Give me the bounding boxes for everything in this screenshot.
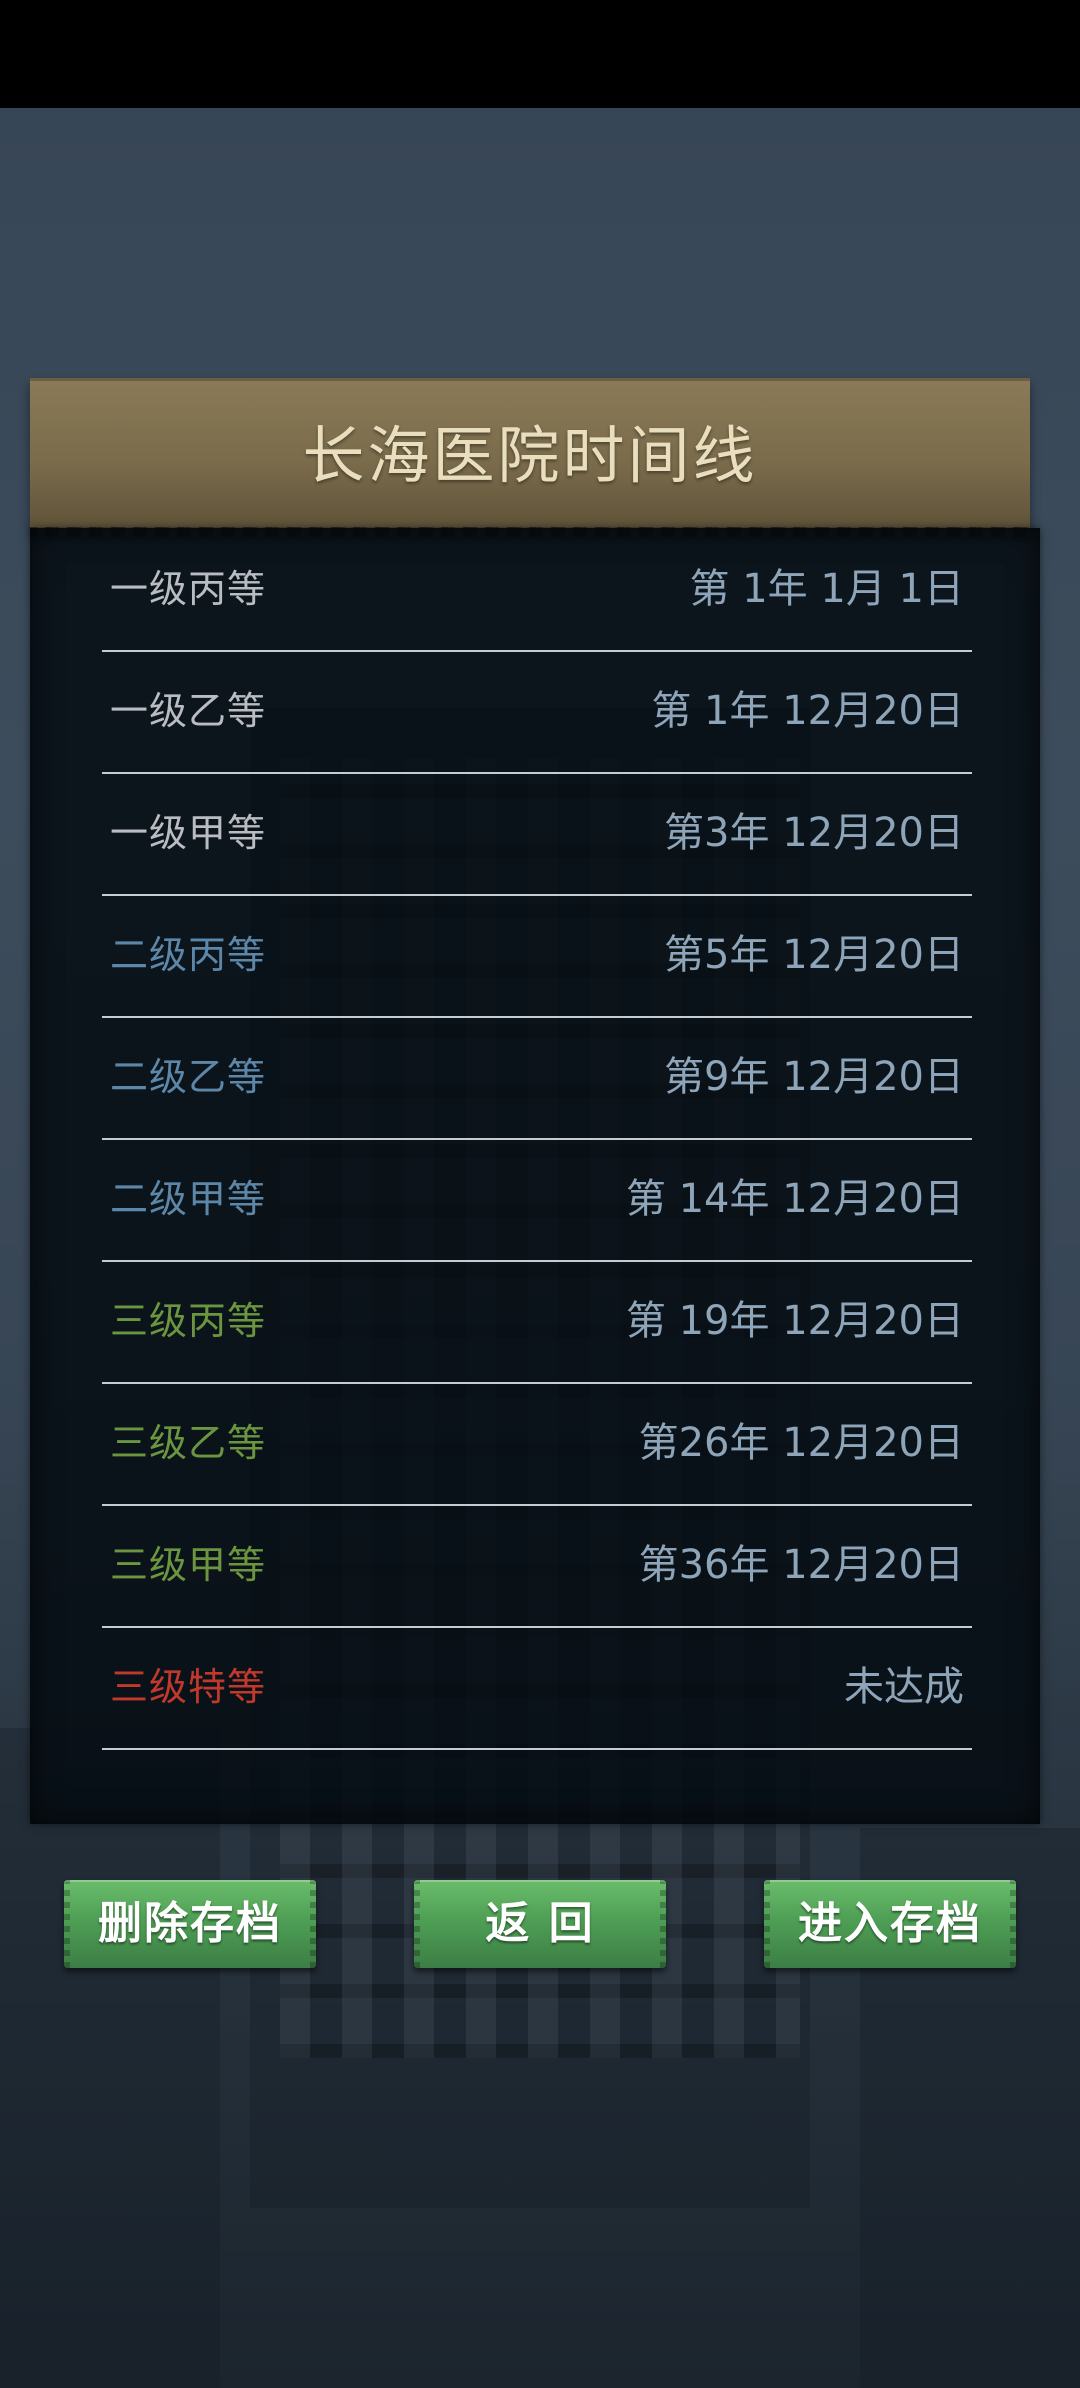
date-value: 第 19年 12月20日 [625,1298,964,1344]
timeline-row: 三级乙等 第26年 12月20日 [102,1382,972,1506]
status-bar [0,0,1080,108]
level-label: 三级特等 [110,1665,267,1709]
timeline-row: 一级乙等 第 1年 12月20日 [102,650,972,774]
timeline-row: 一级丙等 第 1年 1月 1日 [102,528,972,652]
date-value: 第3年 12月20日 [664,810,964,856]
timeline-row: 二级乙等 第9年 12月20日 [102,1016,972,1140]
panel-body: 一级丙等 第 1年 1月 1日 一级乙等 第 1年 12月20日 一级甲等 第3… [30,528,1040,1824]
delete-save-button[interactable]: 删除存档 [64,1880,316,1968]
back-button[interactable]: 返 回 [414,1880,666,1968]
date-value: 未达成 [844,1664,964,1710]
level-label: 三级丙等 [110,1299,267,1343]
timeline-row: 一级甲等 第3年 12月20日 [102,772,972,896]
date-value: 第36年 12月20日 [638,1542,964,1588]
building-silhouette-left [0,1728,220,2388]
timeline-row: 二级丙等 第5年 12月20日 [102,894,972,1018]
level-label: 二级乙等 [110,1055,267,1099]
date-value: 第9年 12月20日 [664,1054,964,1100]
timeline-panel: 长海医院时间线 一级丙等 第 1年 1月 1日 一级乙等 第 1年 12月20日… [30,378,1040,1824]
level-label: 一级丙等 [110,567,267,611]
panel-title: 长海医院时间线 [302,419,758,492]
level-label: 三级甲等 [110,1543,267,1587]
panel-header: 长海医院时间线 [30,378,1030,537]
level-label: 三级乙等 [110,1421,267,1465]
date-value: 第 1年 1月 1日 [689,566,965,612]
level-label: 一级甲等 [110,811,267,855]
date-value: 第26年 12月20日 [638,1420,964,1466]
enter-save-button[interactable]: 进入存档 [764,1880,1016,1968]
timeline-row: 三级特等 未达成 [102,1626,972,1750]
level-label: 二级甲等 [110,1177,267,1221]
timeline-row: 三级甲等 第36年 12月20日 [102,1504,972,1628]
date-value: 第5年 12月20日 [664,932,964,978]
level-label: 二级丙等 [110,933,267,977]
date-value: 第 14年 12月20日 [625,1176,964,1222]
timeline-row: 二级甲等 第 14年 12月20日 [102,1138,972,1262]
timeline-row: 三级丙等 第 19年 12月20日 [102,1260,972,1384]
date-value: 第 1年 12月20日 [651,688,964,734]
level-label: 一级乙等 [110,689,267,733]
